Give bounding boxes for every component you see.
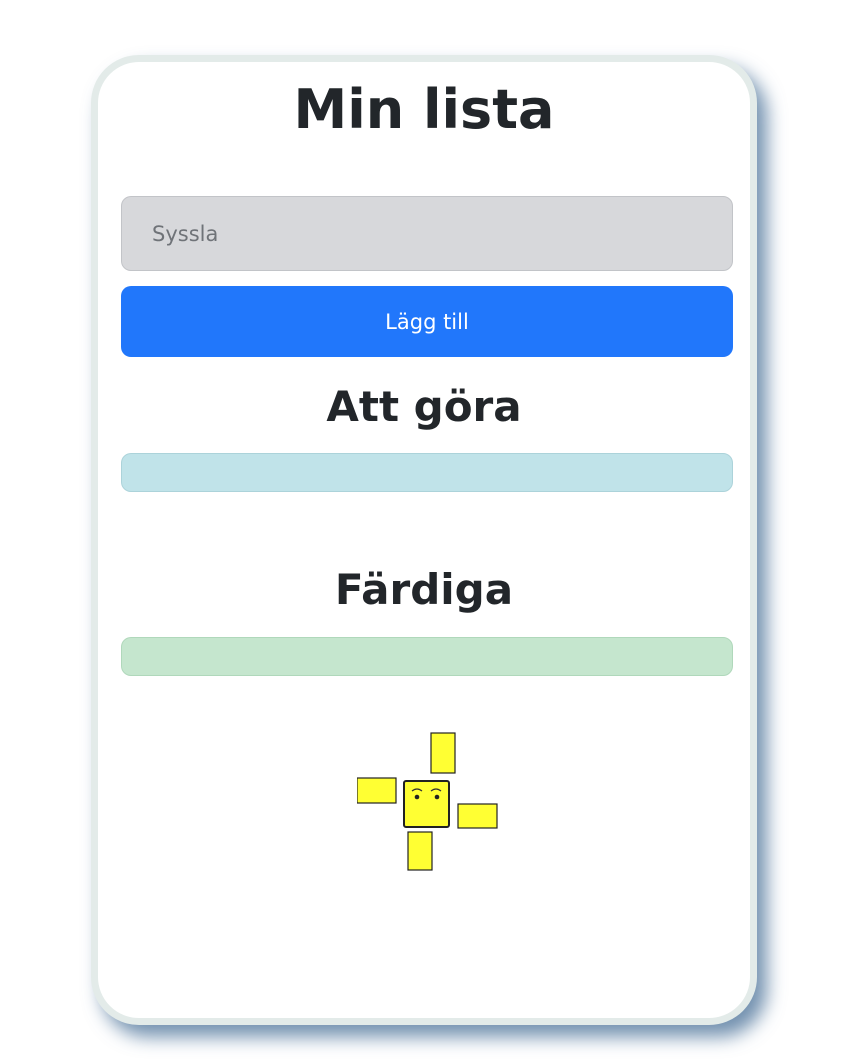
add-task-button[interactable]: Lägg till xyxy=(121,286,733,357)
page-title: Min lista xyxy=(293,78,555,141)
todo-card: Min lista Lägg till Att göra Färdiga xyxy=(91,55,757,1025)
done-list xyxy=(121,637,733,676)
todo-list xyxy=(121,453,733,492)
todo-heading: Att göra xyxy=(326,382,522,431)
task-input[interactable] xyxy=(121,196,733,271)
done-heading: Färdiga xyxy=(334,565,514,614)
yellow-box-creature-icon xyxy=(357,732,498,871)
